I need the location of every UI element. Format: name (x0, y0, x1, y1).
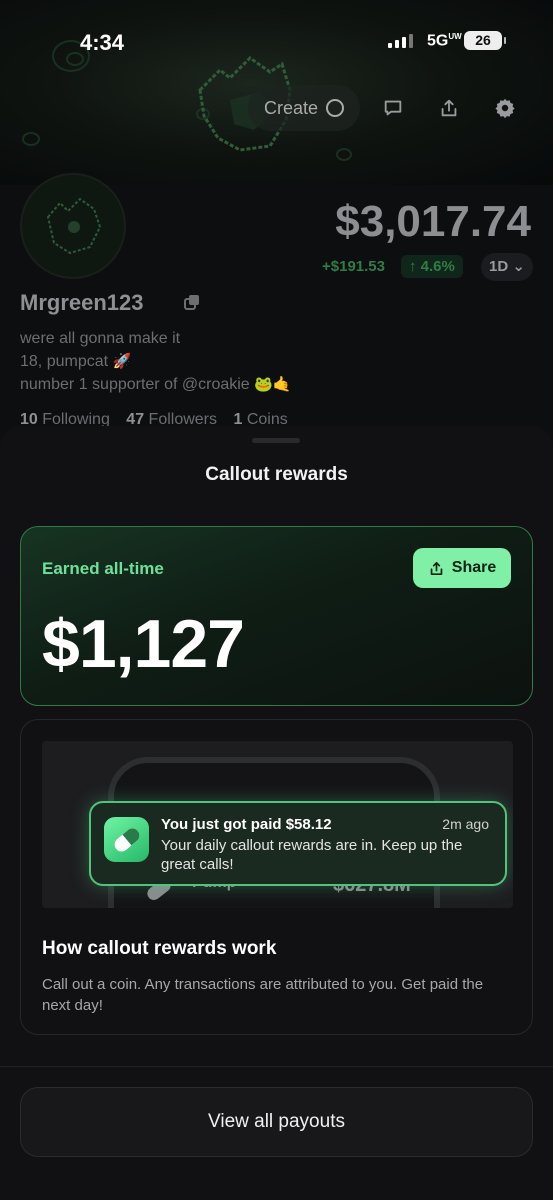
frog-emoji: 🐸🤙 (254, 375, 292, 393)
share-profile-button[interactable] (426, 85, 472, 131)
rocket-emoji: 🚀 (112, 352, 132, 370)
username: Mrgreen123 (20, 290, 144, 315)
profile-section: $3,017.74 +$191.53 ↑ 4.6% 1D ⌄ Mrgreen12… (0, 173, 553, 445)
bio-line: number 1 supporter of @croakie 🐸🤙 (20, 375, 292, 393)
view-all-payouts-button[interactable]: View all payouts (20, 1087, 533, 1157)
share-icon (441, 99, 457, 117)
status-time: 4:34 (80, 30, 125, 55)
divider (0, 1066, 553, 1067)
pumpcat-avatar-icon (46, 197, 102, 255)
header-actions: Create (248, 85, 528, 131)
payouts-label: View all payouts (208, 1111, 345, 1132)
create-button[interactable]: Create (248, 85, 361, 131)
balance-change-percent: ↑ 4.6% (401, 255, 463, 278)
sheet-handle[interactable] (252, 438, 300, 443)
share-button[interactable]: Share (413, 548, 511, 588)
notification-time: 2m ago (442, 816, 489, 832)
gear-icon (495, 98, 515, 119)
callout-rewards-sheet: Callout rewards Earned all-time Share $1… (0, 426, 553, 1200)
share-label: Share (451, 559, 497, 576)
earned-card: Earned all-time Share $1,127 (20, 526, 533, 706)
sheet-title: Callout rewards (205, 464, 348, 485)
create-ring-icon (326, 99, 345, 117)
settings-button[interactable] (482, 85, 528, 131)
earned-amount: $1,127 (42, 606, 245, 682)
how-title: How callout rewards work (42, 938, 277, 959)
how-it-works-card: Pump $627.8M You just got paid $58.12 2m… (20, 719, 533, 1035)
earned-label: Earned all-time (42, 559, 164, 578)
chat-icon (384, 100, 402, 116)
balance-change: +$191.53 (322, 258, 385, 275)
battery-icon: 26 (464, 31, 506, 50)
avatar[interactable] (20, 173, 126, 279)
range-selector[interactable]: 1D ⌄ (481, 253, 533, 281)
network-indicator: 5GUW (427, 32, 462, 50)
portfolio-balance: $3,017.74 (335, 197, 531, 246)
payout-notification: You just got paid $58.12 2m ago Your dai… (89, 801, 507, 886)
create-label: Create (264, 97, 319, 118)
notification-body: Your daily callout rewards are in. Keep … (161, 837, 463, 873)
how-description: Call out a coin. Any transactions are at… (42, 976, 484, 1014)
bio-line: 18, pumpcat 🚀 (20, 352, 132, 370)
bio: were all gonna make it 18, pumpcat 🚀 num… (20, 327, 292, 396)
status-bar: 4:34 5GUW 26 (0, 0, 553, 84)
signal-icon (388, 34, 413, 48)
notification-title: You just got paid $58.12 (161, 816, 332, 833)
notification-preview: Pump $627.8M You just got paid $58.12 2m… (42, 741, 513, 908)
bio-line: were all gonna make it (20, 330, 181, 347)
copy-icon[interactable] (183, 293, 201, 311)
pill-app-icon (104, 817, 149, 862)
share-icon (430, 561, 443, 575)
chat-button[interactable] (370, 85, 416, 131)
